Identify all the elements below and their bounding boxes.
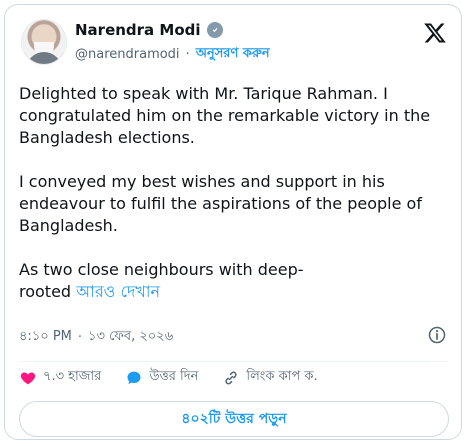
reply-label: উত্তর দিন xyxy=(149,369,199,384)
tweet-date[interactable]: ১৩ ফেব, ২০২৬ xyxy=(88,327,173,348)
author-name[interactable]: Narendra Modi xyxy=(75,21,201,39)
info-icon[interactable] xyxy=(427,325,447,345)
tweet-card: Narendra Modi @narendramodi · অনুসরণ করু… xyxy=(4,4,462,440)
likes-count: ৭.৩ হাজার xyxy=(43,369,102,384)
read-replies-label: ৪০২টি উত্তর পড়ুন xyxy=(181,411,287,427)
tweet-time[interactable]: ৪:১০ PM xyxy=(19,327,72,348)
tweet-text: Delighted to speak with Mr. Tarique Rahm… xyxy=(19,83,451,303)
author-name-row: Narendra Modi xyxy=(75,21,223,39)
x-logo-icon[interactable] xyxy=(423,21,447,45)
reply-bubble-icon xyxy=(127,371,141,384)
author-handle-row: @narendramodi · অনুসরণ করুন xyxy=(75,44,270,65)
tweet-meta: ৪:১০ PM · ১৩ ফেব, ২০২৬ xyxy=(19,327,173,348)
read-replies-button[interactable]: ৪০২টি উত্তর পড়ুন xyxy=(19,401,449,437)
author-handle[interactable]: @narendramodi xyxy=(75,47,180,62)
show-more-link[interactable]: আরও দেখান xyxy=(76,282,160,301)
handle-separator: · xyxy=(185,47,190,62)
link-icon xyxy=(225,371,237,384)
avatar-suit xyxy=(26,52,62,64)
meta-separator: · xyxy=(77,330,83,345)
like-button[interactable]: ৭.৩ হাজার xyxy=(19,367,101,388)
author-avatar[interactable] xyxy=(21,19,67,65)
follow-button[interactable]: অনুসরণ করুন xyxy=(196,44,270,65)
tweet-actions: ৭.৩ হাজার উত্তর দিন লিংক কাপ ক. xyxy=(19,367,318,388)
reply-button[interactable]: উত্তর দিন xyxy=(125,367,198,388)
tweet-body: Delighted to speak with Mr. Tarique Rahm… xyxy=(19,84,431,301)
copy-link-label: লিংক কাপ ক. xyxy=(246,369,318,384)
heart-icon xyxy=(20,371,36,384)
divider xyxy=(19,361,447,362)
copy-link-button[interactable]: লিংক কাপ ক. xyxy=(222,367,318,388)
verified-badge-icon xyxy=(206,22,223,38)
